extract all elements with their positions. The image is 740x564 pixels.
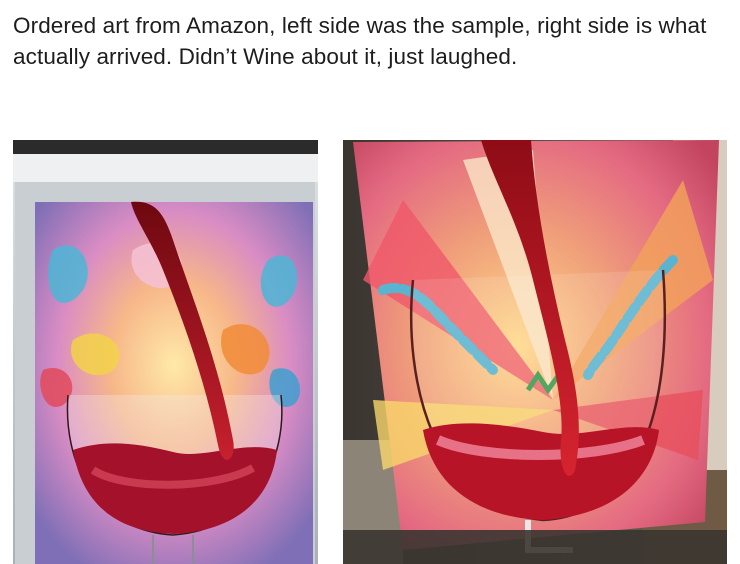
sample-painting-image [13,140,318,564]
post-caption: Ordered art from Amazon, left side was t… [13,13,707,69]
delivered-painting-image [343,140,727,564]
delivered-painting-photo [343,140,727,564]
sample-painting-photo [13,140,318,564]
